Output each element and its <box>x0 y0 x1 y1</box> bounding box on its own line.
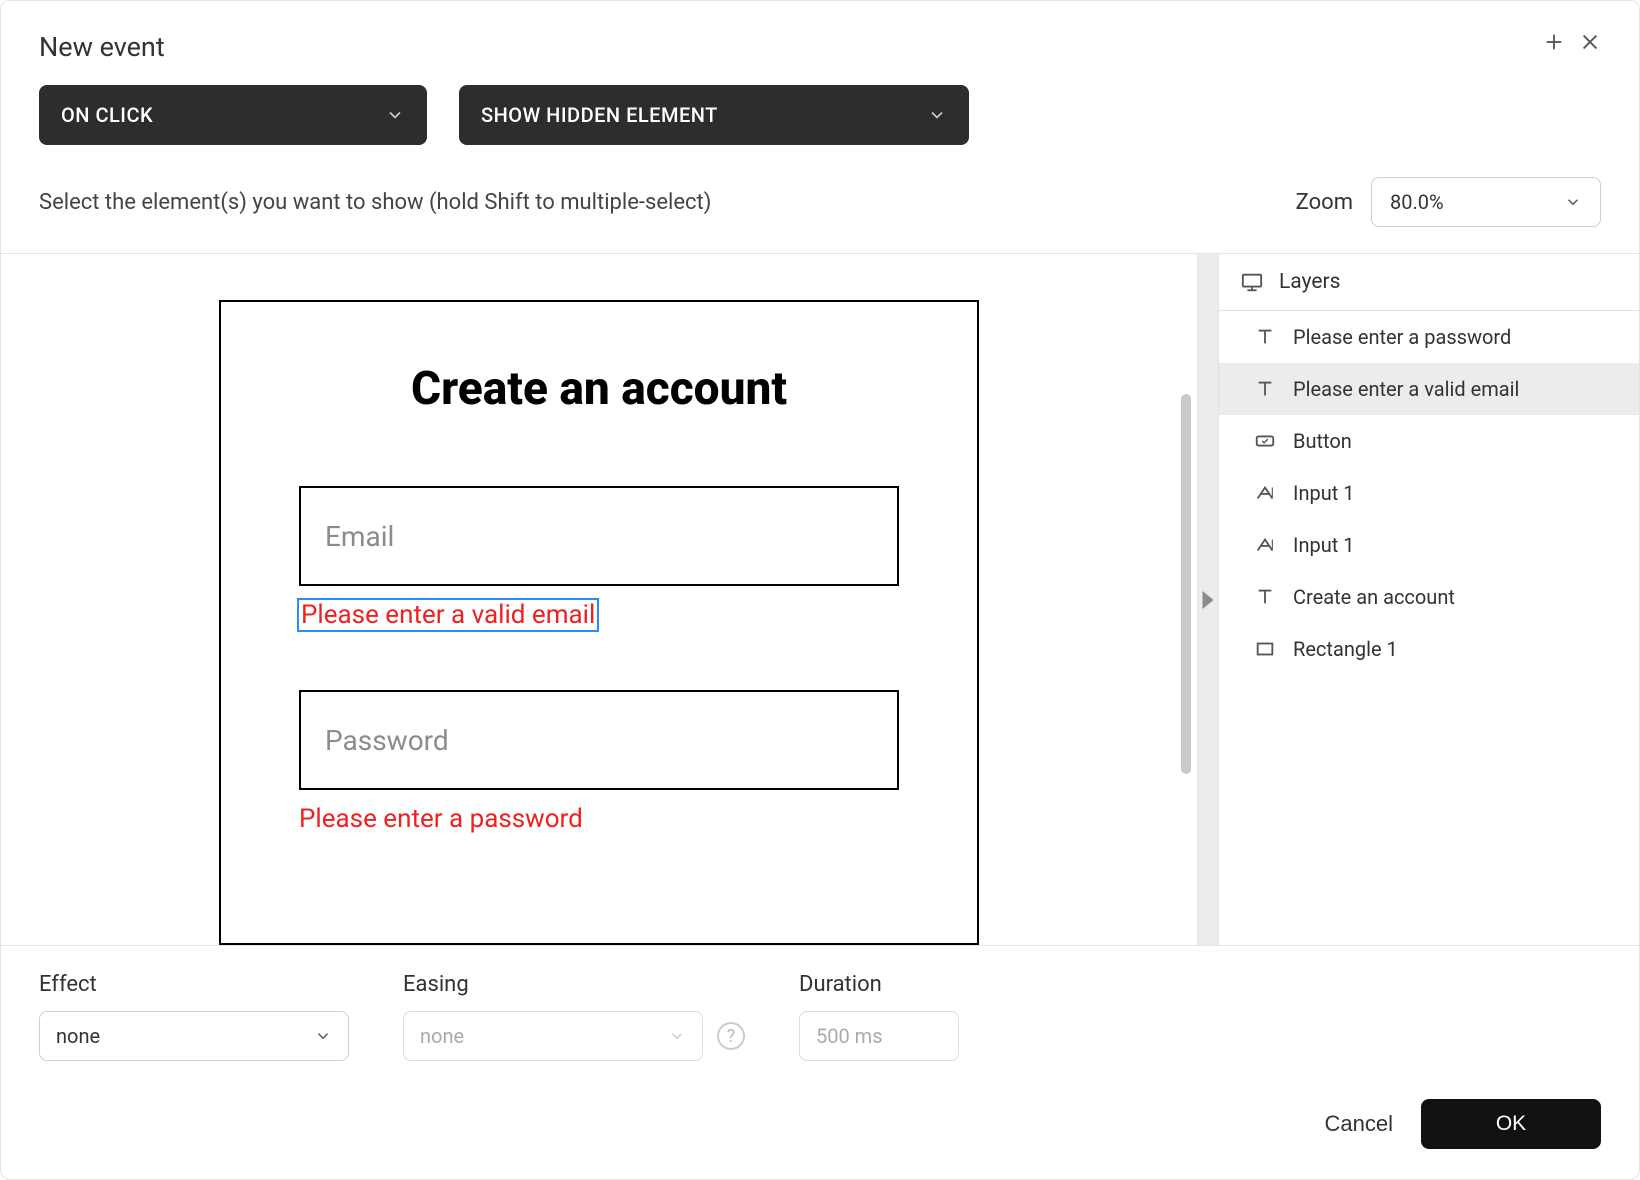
zoom-label: Zoom <box>1296 190 1353 215</box>
password-placeholder: Password <box>325 724 449 757</box>
email-placeholder: Email <box>325 520 394 553</box>
input-icon <box>1253 481 1277 505</box>
input-icon <box>1253 533 1277 557</box>
new-event-dialog: New event ON CLICK SHOW HIDDEN ELEMENT S… <box>0 0 1640 1180</box>
canvas-pane[interactable]: Create an account Email Please enter a v… <box>1 254 1197 945</box>
easing-select: none <box>403 1011 703 1061</box>
action-select-value: SHOW HIDDEN ELEMENT <box>481 103 718 127</box>
dialog-footer: Cancel OK <box>1 1073 1639 1179</box>
layer-item-label: Please enter a password <box>1293 325 1511 349</box>
effect-label: Effect <box>39 972 349 997</box>
text-icon <box>1253 585 1277 609</box>
layers-title: Layers <box>1279 270 1340 294</box>
chevron-down-icon <box>314 1027 332 1045</box>
password-error-text[interactable]: Please enter a password <box>299 804 899 834</box>
email-field[interactable]: Email <box>299 486 899 586</box>
zoom-control: Zoom 80.0% <box>1296 177 1601 227</box>
rect-icon <box>1253 637 1277 661</box>
panel-divider[interactable] <box>1197 254 1219 945</box>
layer-item[interactable]: Input 1 <box>1219 519 1639 571</box>
dialog-title: New event <box>39 31 165 63</box>
layers-header: Layers <box>1219 254 1639 311</box>
duration-control: Duration 500 ms <box>799 972 959 1061</box>
scrollbar-thumb[interactable] <box>1181 394 1191 774</box>
chevron-down-icon <box>1564 193 1582 211</box>
password-field[interactable]: Password <box>299 690 899 790</box>
instruction-row: Select the element(s) you want to show (… <box>1 165 1639 253</box>
ok-button[interactable]: OK <box>1421 1099 1601 1149</box>
layer-item[interactable]: Input 1 <box>1219 467 1639 519</box>
collapse-handle-icon[interactable] <box>1203 591 1214 609</box>
action-select[interactable]: SHOW HIDDEN ELEMENT <box>459 85 969 145</box>
add-icon[interactable] <box>1543 31 1565 53</box>
chevron-down-icon <box>385 105 405 125</box>
help-icon[interactable]: ? <box>717 1022 745 1050</box>
animation-controls: Effect none Easing none ? Duration 500 m… <box>1 946 1639 1073</box>
layers-panel: Layers Please enter a passwordPlease ent… <box>1219 254 1639 945</box>
cancel-button[interactable]: Cancel <box>1325 1111 1393 1137</box>
easing-value: none <box>420 1024 464 1048</box>
trigger-select-value: ON CLICK <box>61 103 153 127</box>
event-config-row: ON CLICK SHOW HIDDEN ELEMENT <box>1 81 1639 165</box>
duration-label: Duration <box>799 972 959 997</box>
layer-item[interactable]: Please enter a valid email <box>1219 363 1639 415</box>
chevron-down-icon <box>668 1027 686 1045</box>
canvas-scrollbar[interactable] <box>1181 294 1191 905</box>
main-area: Create an account Email Please enter a v… <box>1 253 1639 946</box>
effect-value: none <box>56 1024 100 1048</box>
easing-control: Easing none ? <box>403 972 745 1061</box>
trigger-select[interactable]: ON CLICK <box>39 85 427 145</box>
layer-item[interactable]: Rectangle 1 <box>1219 623 1639 675</box>
zoom-value: 80.0% <box>1390 190 1444 214</box>
layer-item-label: Input 1 <box>1293 533 1354 557</box>
text-icon <box>1253 377 1277 401</box>
layer-item-label: Rectangle 1 <box>1293 637 1398 661</box>
layer-item-label: Input 1 <box>1293 481 1354 505</box>
chevron-down-icon <box>927 105 947 125</box>
layer-item-label: Please enter a valid email <box>1293 377 1519 401</box>
text-icon <box>1253 325 1277 349</box>
dialog-header: New event <box>1 1 1639 81</box>
instruction-text: Select the element(s) you want to show (… <box>39 190 711 215</box>
layer-item[interactable]: Create an account <box>1219 571 1639 623</box>
screen-icon <box>1239 271 1265 293</box>
layer-item-label: Button <box>1293 429 1352 453</box>
artboard-title: Create an account <box>251 362 947 416</box>
easing-label: Easing <box>403 972 745 997</box>
duration-input: 500 ms <box>799 1011 959 1061</box>
button-icon <box>1253 429 1277 453</box>
layer-item[interactable]: Please enter a password <box>1219 311 1639 363</box>
layers-list: Please enter a password Please enter a va… <box>1219 311 1639 945</box>
effect-select[interactable]: none <box>39 1011 349 1061</box>
artboard: Create an account Email Please enter a v… <box>219 300 979 945</box>
email-error-wrap: Please enter a valid email <box>299 600 899 630</box>
effect-control: Effect none <box>39 972 349 1061</box>
zoom-select[interactable]: 80.0% <box>1371 177 1601 227</box>
layer-item-label: Create an account <box>1293 585 1455 609</box>
layer-item[interactable]: Button <box>1219 415 1639 467</box>
header-actions <box>1543 31 1601 53</box>
email-error-text[interactable]: Please enter a valid email <box>299 600 597 630</box>
close-icon[interactable] <box>1579 31 1601 53</box>
duration-value: 500 ms <box>816 1024 883 1048</box>
